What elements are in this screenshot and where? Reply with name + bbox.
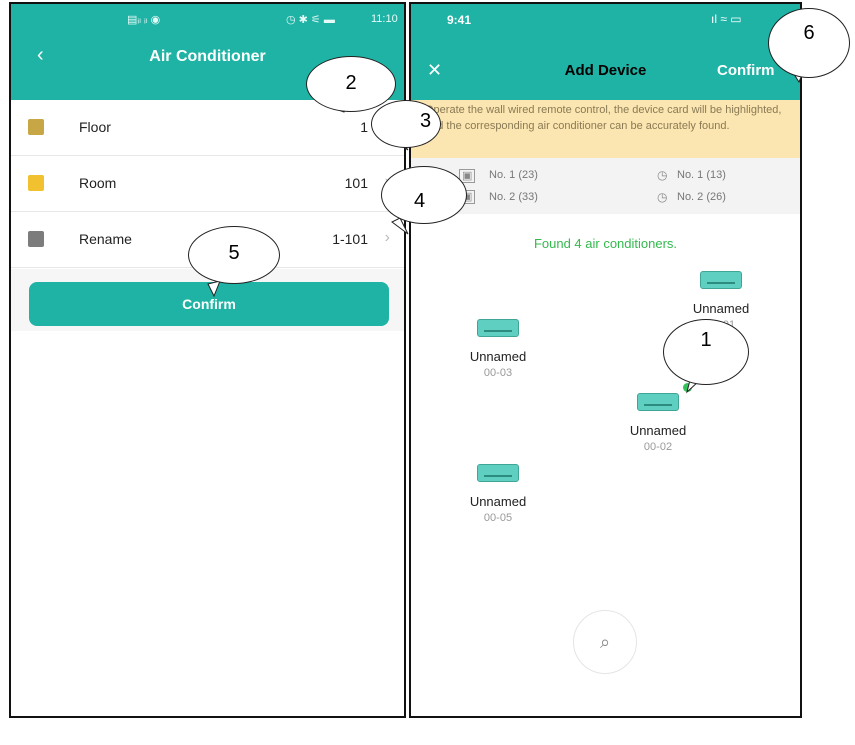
- status-bar: ▤ᵢₗ ᵢₗ ◉ ◷ ✱ ⚟ ▬ 11:10: [11, 4, 404, 34]
- search-icon: ⌕: [599, 632, 611, 652]
- callout-3: 3: [371, 100, 441, 148]
- controller-list: ▣ No. 1 (23) ◷ No. 1 (13) ▣ No. 2 (33) ◷…: [411, 158, 800, 214]
- floor-value: 1: [360, 119, 368, 135]
- room-value: 101: [344, 175, 368, 191]
- room-label: Room: [79, 175, 117, 191]
- notice-banner: Operate the wall wired remote control, t…: [411, 100, 800, 158]
- signal-icon: ▤ᵢₗ ᵢₗ ◉: [127, 14, 161, 26]
- air-conditioner-icon: [700, 271, 742, 289]
- callout-4: 4: [381, 166, 467, 224]
- device-code: 00-03: [483, 367, 513, 379]
- device-code: 00-02: [643, 441, 673, 453]
- timer-icon: ◷: [657, 168, 668, 182]
- air-conditioner-icon: [637, 393, 679, 411]
- highlight-dot: [683, 383, 692, 392]
- confirm-button[interactable]: Confirm: [29, 282, 389, 326]
- header: 9:41 ıl ≈ ▭ ✕ Add Device Confirm: [411, 4, 800, 100]
- device-card[interactable]: Unnamed 00-03: [448, 319, 548, 379]
- device-name: Unnamed: [692, 301, 750, 316]
- device-code: 00-05: [483, 512, 513, 524]
- status-time: 9:41: [447, 13, 472, 27]
- rename-icon: [28, 231, 44, 247]
- room-row[interactable]: Room 101 ›: [11, 156, 404, 212]
- controller-item[interactable]: No. 1 (13): [677, 169, 726, 181]
- status-time: 11:10: [371, 13, 398, 25]
- callout-2: 2: [306, 56, 396, 112]
- callout-6: 6: [768, 8, 850, 78]
- callout-5: 5: [188, 226, 280, 284]
- controller-item[interactable]: No. 2 (26): [677, 191, 726, 203]
- header-confirm-button[interactable]: Confirm: [717, 62, 775, 79]
- notice-text: Operate the wall wired remote control, t…: [425, 104, 782, 132]
- search-button[interactable]: ⌕: [573, 610, 637, 674]
- cellular-wifi-battery-icon: ıl ≈ ▭: [711, 12, 742, 26]
- found-text: Found 4 air conditioners.: [533, 236, 678, 251]
- air-conditioner-icon: [477, 464, 519, 482]
- building-icon: [28, 119, 44, 135]
- device-card-highlighted[interactable]: Unnamed 00-02: [608, 393, 708, 453]
- device-card[interactable]: Unnamed 00-05: [448, 464, 548, 524]
- air-conditioner-icon: [477, 319, 519, 337]
- controller-item[interactable]: No. 1 (23): [489, 169, 538, 181]
- controller-item[interactable]: No. 2 (33): [489, 191, 538, 203]
- callout-1: 1: [663, 319, 749, 385]
- chevron-right-icon: ›: [384, 229, 390, 246]
- timer-icon: ◷: [657, 190, 668, 204]
- door-icon: [28, 175, 44, 191]
- device-name: Unnamed: [629, 423, 687, 438]
- rename-value: 1-101: [332, 231, 368, 247]
- device-name: Unnamed: [469, 494, 527, 509]
- floor-label: Floor: [79, 119, 111, 135]
- device-name: Unnamed: [469, 349, 527, 364]
- status-icons: ◷ ✱ ⚟ ▬: [286, 14, 335, 26]
- rename-label: Rename: [79, 231, 132, 247]
- page-body: [11, 331, 404, 716]
